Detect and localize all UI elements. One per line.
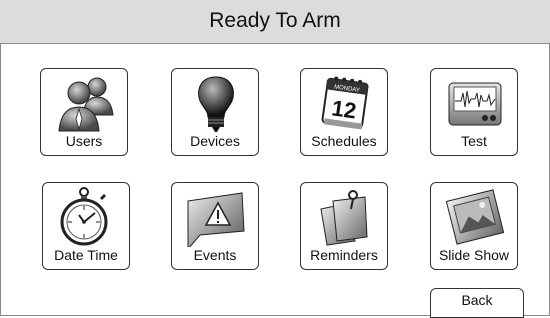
test-label: Test [461,133,487,149]
date-time-button[interactable]: Date Time [42,182,130,270]
monitor-waveform-icon [448,82,502,126]
users-label: Users [65,133,103,149]
reminders-label: Reminders [310,247,378,263]
picture-frame-icon [445,189,505,245]
back-button[interactable]: Back [430,288,524,318]
events-button[interactable]: Events [171,182,259,270]
page-title: Ready To Arm [209,9,341,32]
events-label: Events [193,247,237,263]
users-button[interactable]: Users [40,68,128,156]
calendar-icon: MONDAY 12 [321,76,369,130]
title-bar: Ready To Arm [0,0,550,44]
calendar-date-text: 12 [330,95,358,123]
date-time-label: Date Time [54,247,118,263]
devices-button[interactable]: Devices [171,68,259,156]
test-button[interactable]: Test [430,68,518,156]
reminders-button[interactable]: Reminders [300,182,388,270]
stopwatch-icon [60,187,108,246]
slide-show-button[interactable]: Slide Show [430,182,518,270]
users-icon [58,77,114,132]
devices-label: Devices [190,133,240,149]
sticky-notes-icon [320,190,368,246]
schedules-label: Schedules [311,133,377,149]
warning-flag-icon [187,192,245,247]
lightbulb-icon [198,76,234,132]
back-label: Back [461,292,493,308]
slide-show-label: Slide Show [438,247,510,263]
schedules-button[interactable]: MONDAY 12 Schedules [300,68,388,156]
